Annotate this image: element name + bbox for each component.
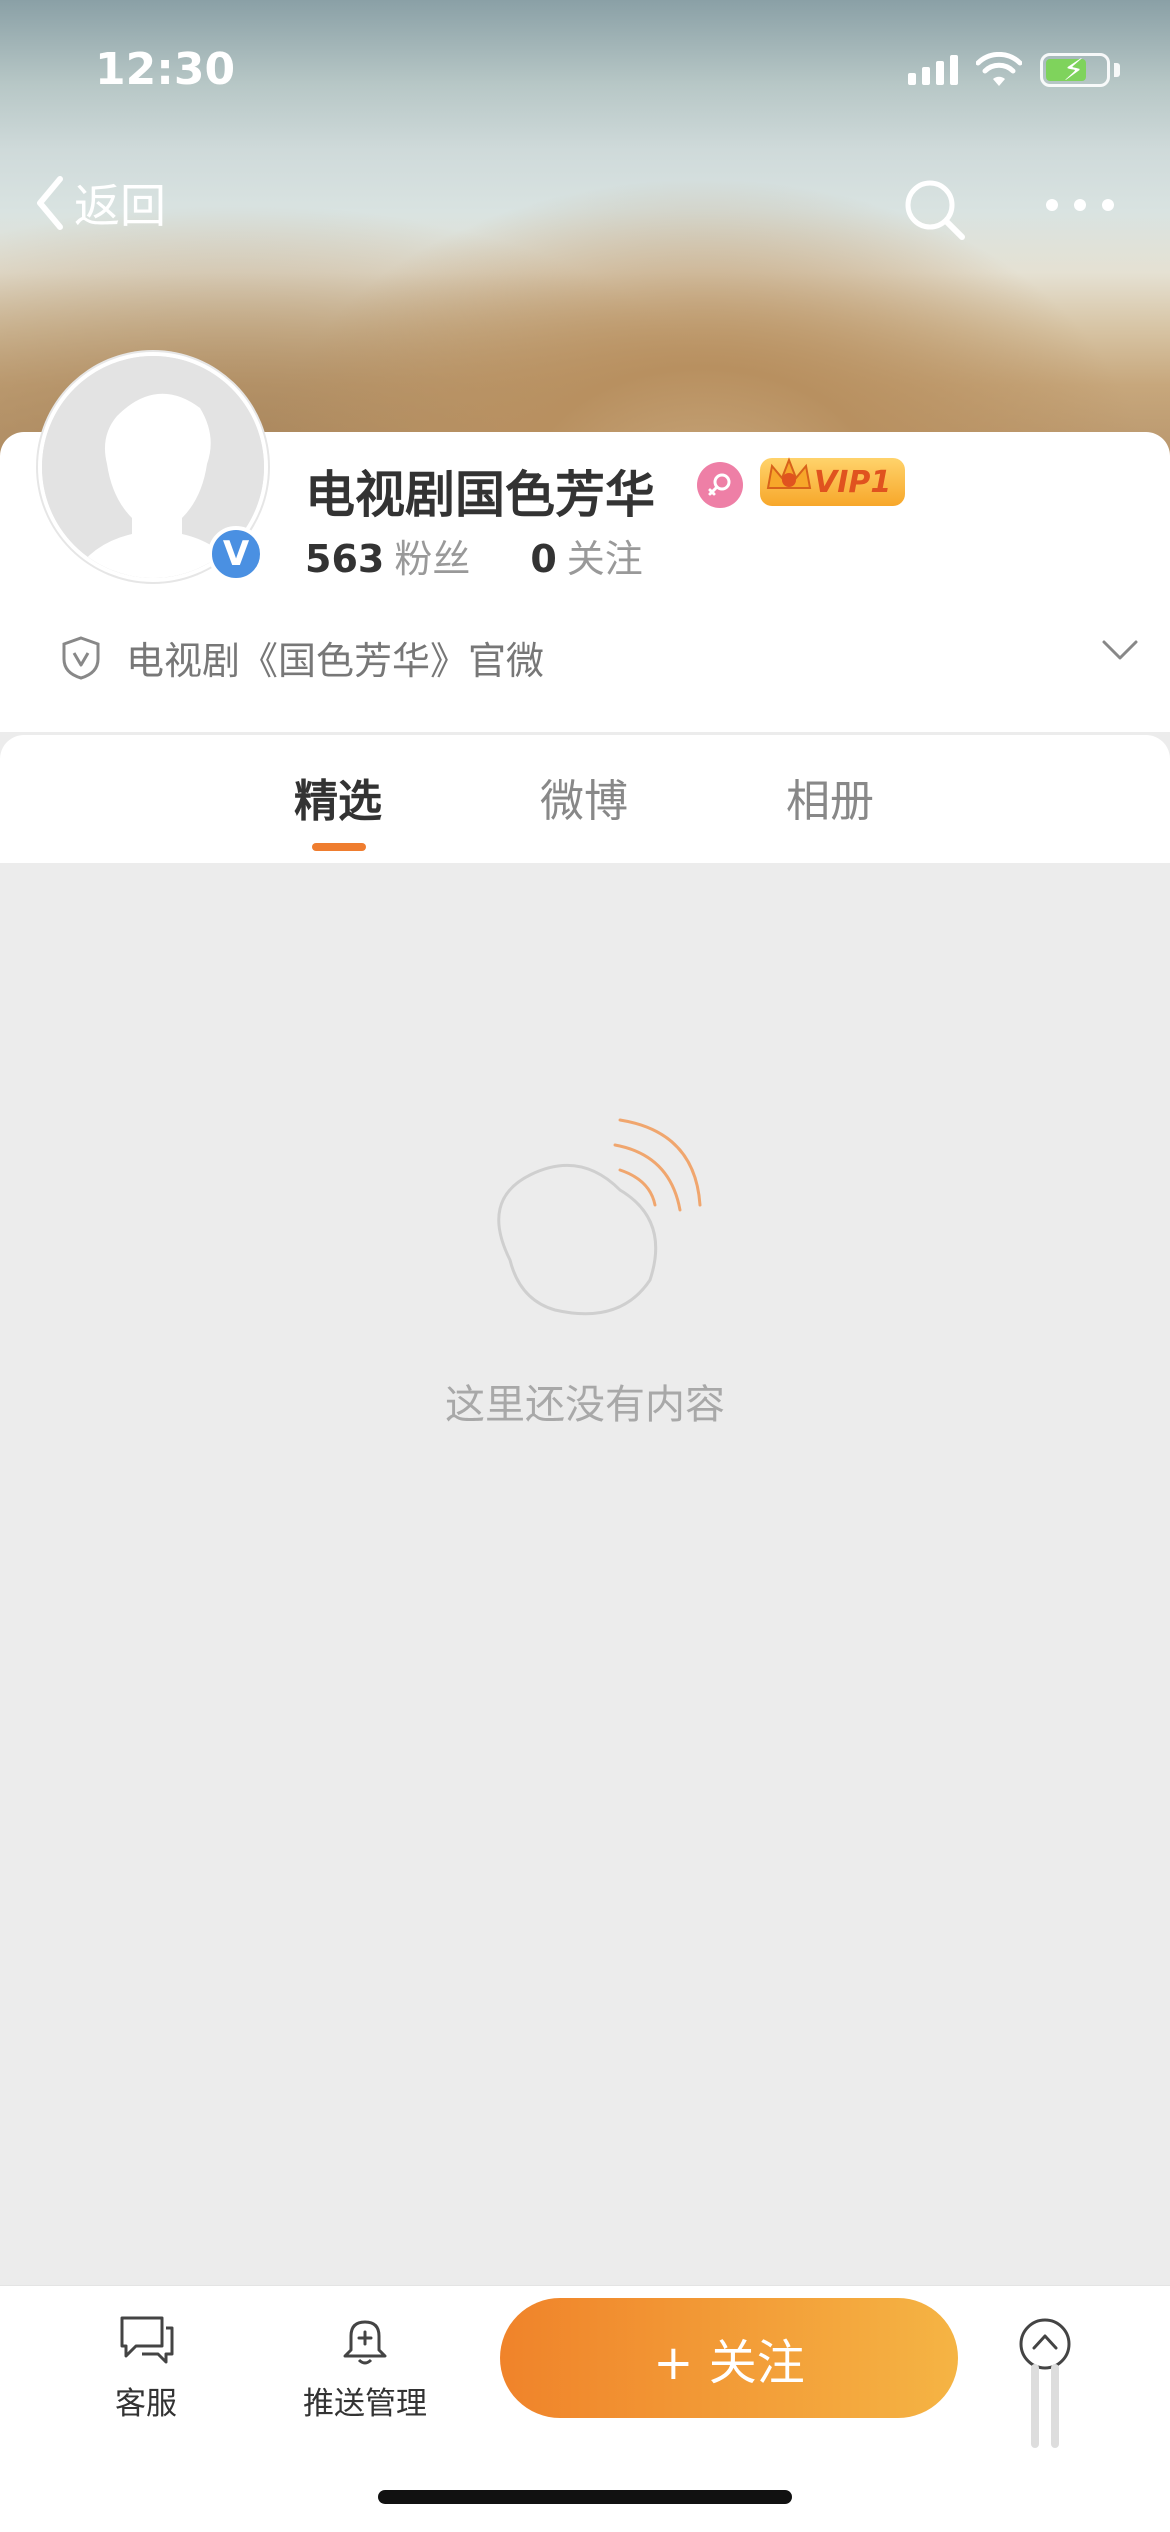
verified-badge-icon: V xyxy=(208,526,264,582)
back-button[interactable]: 返回 xyxy=(30,170,166,236)
follow-button[interactable]: + 关注 xyxy=(500,2298,958,2418)
empty-content-icon xyxy=(497,1118,702,1316)
shield-icon xyxy=(62,635,100,680)
profile-stats: 563 粉丝 0 关注 xyxy=(305,528,643,583)
battery-icon: ⚡ xyxy=(1040,53,1110,88)
customer-service-button[interactable]: 客服 xyxy=(115,2310,177,2423)
fans-count: 563 xyxy=(305,537,385,581)
following-count: 0 xyxy=(530,537,557,581)
vip-badge[interactable]: VIP1 xyxy=(760,457,906,506)
bell-plus-icon xyxy=(343,2320,387,2365)
profile-tabs: 精选 微博 相册 xyxy=(0,735,1170,863)
active-tab-indicator xyxy=(312,843,366,851)
chat-bubbles-icon xyxy=(120,2316,174,2364)
chevron-down-icon[interactable] xyxy=(1100,634,1140,664)
profile-screen: 12:30 ⚡ 返回 V 电视剧国色芳华 VIP1 563 粉丝 0 关注 电视… xyxy=(0,0,1170,2532)
empty-state-message: 这里还没有内容 xyxy=(445,1382,725,1428)
scroll-to-top-icon[interactable] xyxy=(1015,2314,1075,2454)
vip-label: VIP1 xyxy=(814,464,892,500)
profile-description-row[interactable]: 电视剧《国色芳华》官微 xyxy=(60,630,1140,685)
signal-icon xyxy=(908,55,958,85)
following-stat[interactable]: 0 关注 xyxy=(530,528,642,583)
following-label: 关注 xyxy=(566,537,643,581)
profile-description: 电视剧《国色芳华》官微 xyxy=(126,639,545,683)
profile-name: 电视剧国色芳华 xyxy=(305,466,655,524)
chevron-left-icon xyxy=(37,176,63,230)
customer-service-label: 客服 xyxy=(115,2386,177,2422)
female-gender-icon xyxy=(697,462,743,508)
push-manage-label: 推送管理 xyxy=(303,2386,427,2422)
battery-tip xyxy=(1114,63,1120,77)
status-time: 12:30 xyxy=(95,44,236,95)
push-manage-button[interactable]: 推送管理 xyxy=(303,2310,427,2423)
status-bar: 12:30 ⚡ xyxy=(0,0,1170,130)
crown-icon xyxy=(766,457,812,489)
home-indicator[interactable] xyxy=(378,2490,792,2504)
tab-featured[interactable]: 精选 xyxy=(294,765,382,829)
status-icons: ⚡ xyxy=(908,52,1120,88)
search-icon[interactable] xyxy=(900,175,970,245)
more-icon[interactable] xyxy=(1040,180,1120,230)
follow-button-label: + 关注 xyxy=(653,2335,805,2391)
back-label: 返回 xyxy=(74,179,166,233)
fans-stat[interactable]: 563 粉丝 xyxy=(305,528,470,583)
tab-album[interactable]: 相册 xyxy=(786,765,874,829)
tab-weibo[interactable]: 微博 xyxy=(540,765,628,829)
wifi-icon xyxy=(976,52,1022,86)
fans-label: 粉丝 xyxy=(394,537,471,581)
